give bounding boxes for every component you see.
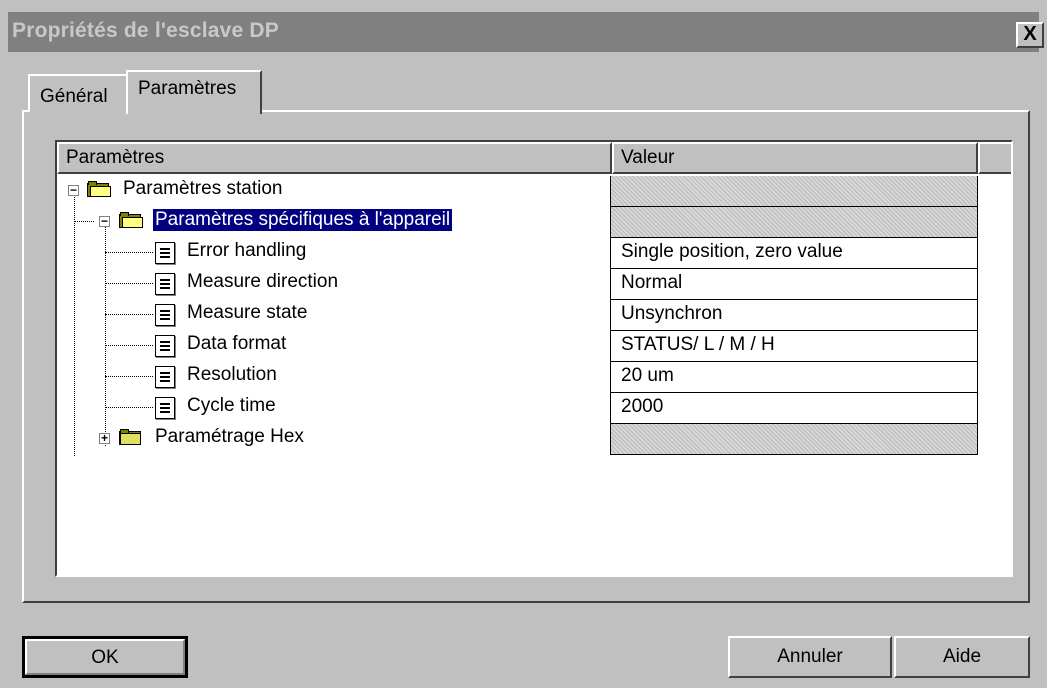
title-bar: Propriétés de l'esclave DP X bbox=[8, 12, 1044, 52]
value-cell bbox=[610, 176, 978, 207]
row-label: Cycle time bbox=[187, 395, 276, 416]
document-icon bbox=[155, 366, 175, 388]
value-cell[interactable]: Normal bbox=[610, 269, 978, 300]
tree-line bbox=[74, 221, 94, 222]
row-label: Measure state bbox=[187, 302, 308, 323]
row-label: Resolution bbox=[187, 364, 277, 385]
row-label: Error handling bbox=[187, 240, 307, 261]
tree-line bbox=[105, 407, 153, 408]
tree-line bbox=[105, 376, 153, 377]
dialog-window: Propriétés de l'esclave DP X Général Par… bbox=[0, 0, 1047, 688]
parameters-grid[interactable]: Paramètres Valeur − Paramètres station −… bbox=[55, 140, 1013, 577]
value-cell[interactable]: Single position, zero value bbox=[610, 238, 978, 269]
row-label: Measure direction bbox=[187, 271, 339, 292]
document-icon bbox=[155, 242, 175, 264]
help-button[interactable]: Aide bbox=[894, 636, 1030, 678]
cancel-button-label: Annuler bbox=[777, 646, 843, 667]
document-icon bbox=[155, 335, 175, 357]
value-cell[interactable]: 2000 bbox=[610, 393, 978, 424]
close-icon: X bbox=[1023, 23, 1037, 45]
column-header-valeur[interactable]: Valeur bbox=[612, 142, 978, 174]
value-cell bbox=[610, 207, 978, 238]
row-label: Paramètres station bbox=[123, 178, 283, 199]
close-button[interactable]: X bbox=[1016, 22, 1044, 48]
value-cell bbox=[610, 424, 978, 455]
document-icon bbox=[155, 304, 175, 326]
value-cell[interactable]: Unsynchron bbox=[610, 300, 978, 331]
column-header-filler bbox=[978, 142, 1011, 174]
tab-general-label: Général bbox=[40, 86, 108, 107]
tree-line bbox=[105, 345, 153, 346]
tree-line bbox=[105, 252, 153, 253]
column-header-valeur-label: Valeur bbox=[621, 147, 675, 168]
collapse-toggle[interactable]: − bbox=[99, 215, 110, 227]
tree-line bbox=[105, 314, 153, 315]
folder-open-icon bbox=[87, 181, 111, 197]
cancel-button[interactable]: Annuler bbox=[728, 636, 892, 678]
column-header-parametres-label: Paramètres bbox=[66, 147, 165, 168]
expand-toggle[interactable]: + bbox=[99, 432, 110, 444]
collapse-toggle[interactable]: − bbox=[68, 184, 79, 196]
folder-open-icon bbox=[119, 212, 143, 228]
row-label-selected: Paramètres spécifiques à l'appareil bbox=[153, 209, 453, 231]
tree-line bbox=[105, 283, 153, 284]
ok-button-label: OK bbox=[91, 647, 119, 668]
document-icon bbox=[155, 397, 175, 419]
row-label: Paramétrage Hex bbox=[155, 426, 304, 447]
window-title: Propriétés de l'esclave DP bbox=[12, 19, 279, 42]
value-cell[interactable]: 20 um bbox=[610, 362, 978, 393]
folder-closed-icon bbox=[119, 429, 143, 445]
tab-parametres-label: Paramètres bbox=[138, 78, 237, 99]
tab-parametres[interactable]: Paramètres bbox=[126, 70, 262, 114]
ok-button-face: OK bbox=[25, 639, 185, 675]
row-label: Data format bbox=[187, 333, 287, 354]
column-header-parametres[interactable]: Paramètres bbox=[57, 142, 612, 174]
value-cell[interactable]: STATUS/ L / M / H bbox=[610, 331, 978, 362]
ok-button[interactable]: OK bbox=[22, 636, 188, 678]
document-icon bbox=[155, 273, 175, 295]
tab-general[interactable]: Général bbox=[28, 74, 128, 112]
help-button-label: Aide bbox=[942, 646, 982, 667]
